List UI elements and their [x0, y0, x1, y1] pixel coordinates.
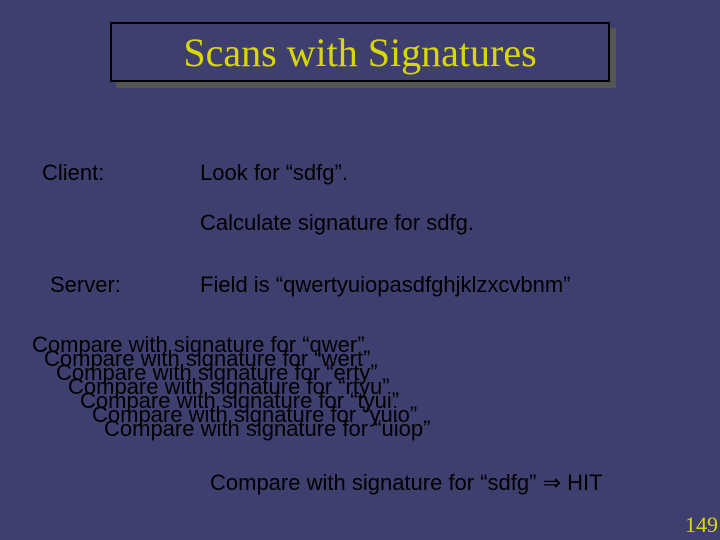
title-box: Scans with Signatures [110, 22, 610, 82]
slide-title: Scans with Signatures [183, 30, 536, 75]
implies-icon: ⇒ [543, 470, 561, 495]
client-line-2: Calculate signature for sdfg. [200, 210, 474, 236]
cascade-line-7: Compare with signature for “uiop” [104, 422, 430, 436]
hit-prefix: Compare with signature for “sdfg” [210, 470, 543, 495]
client-line-1: Look for “sdfg”. [200, 160, 348, 186]
server-label: Server: [50, 272, 121, 298]
server-line-1: Field is “qwertyuiopasdfghjklzxcvbnm” [200, 272, 570, 298]
hit-line: Compare with signature for “sdfg” ⇒ HIT [210, 470, 603, 496]
title-container: Scans with Signatures [110, 22, 610, 82]
page-number: 149 [685, 512, 718, 538]
compare-cascade: Compare with signature for “qwer” Compar… [32, 338, 430, 436]
hit-suffix: HIT [561, 470, 603, 495]
slide: Scans with Signatures Client: Look for “… [0, 0, 720, 540]
client-label: Client: [42, 160, 104, 186]
